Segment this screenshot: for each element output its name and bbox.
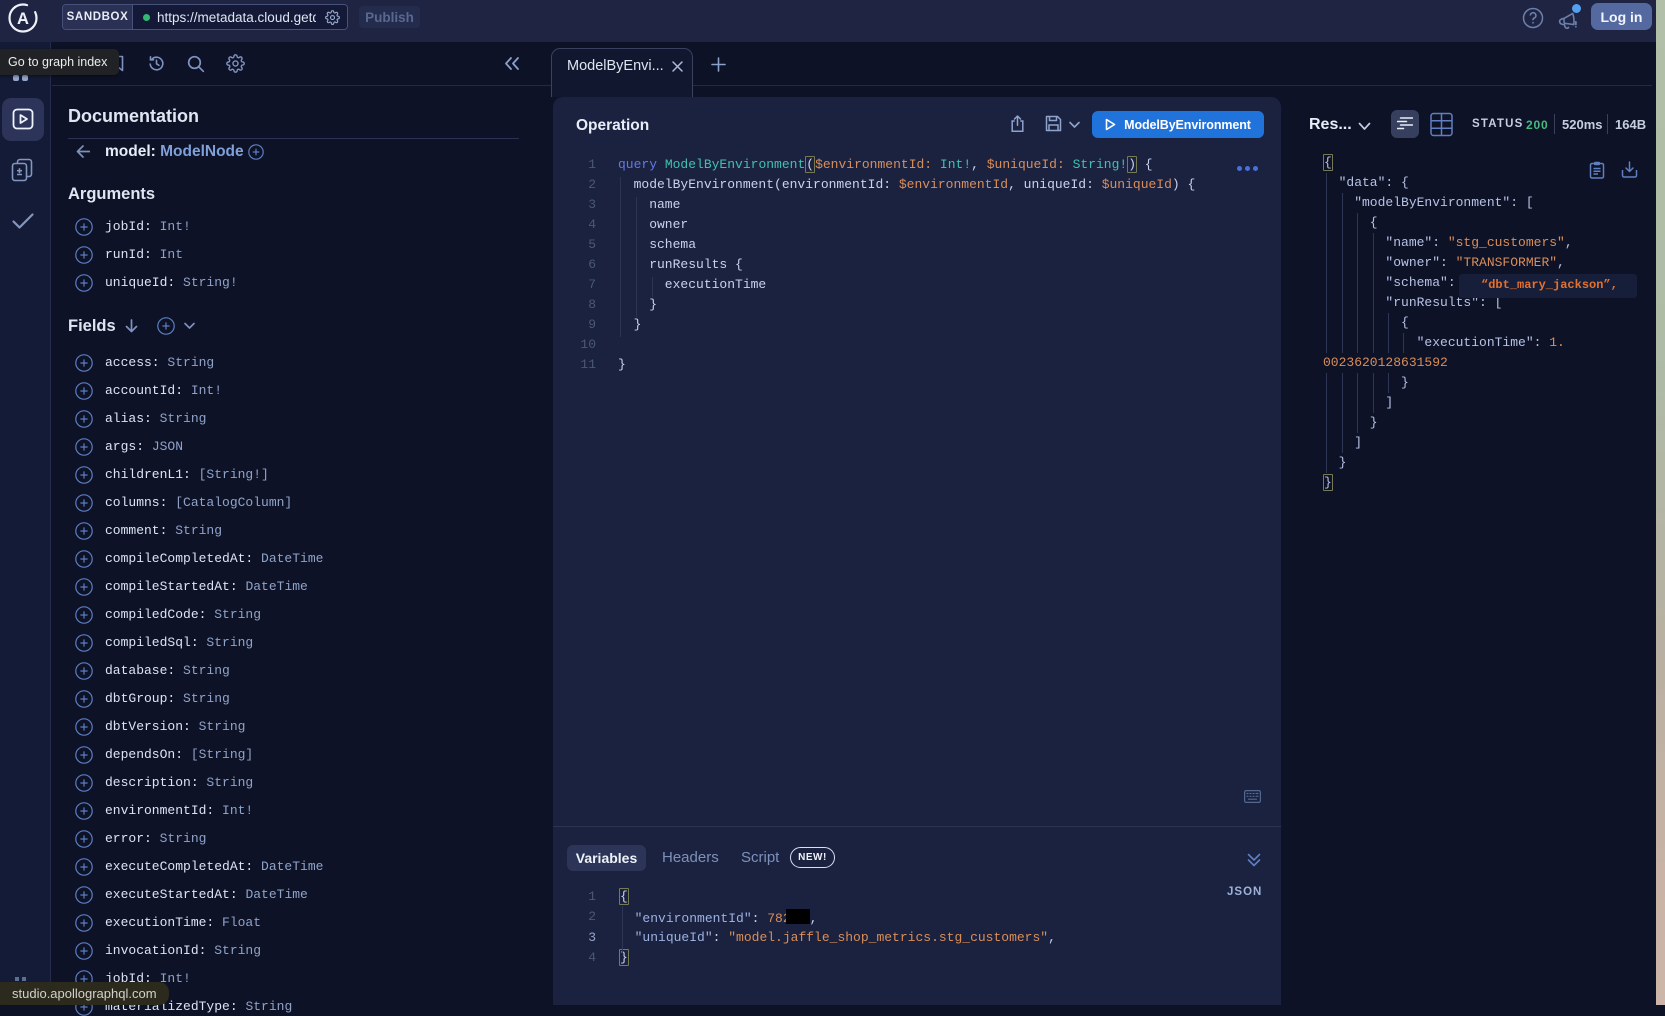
svg-text:A: A [17, 10, 29, 28]
